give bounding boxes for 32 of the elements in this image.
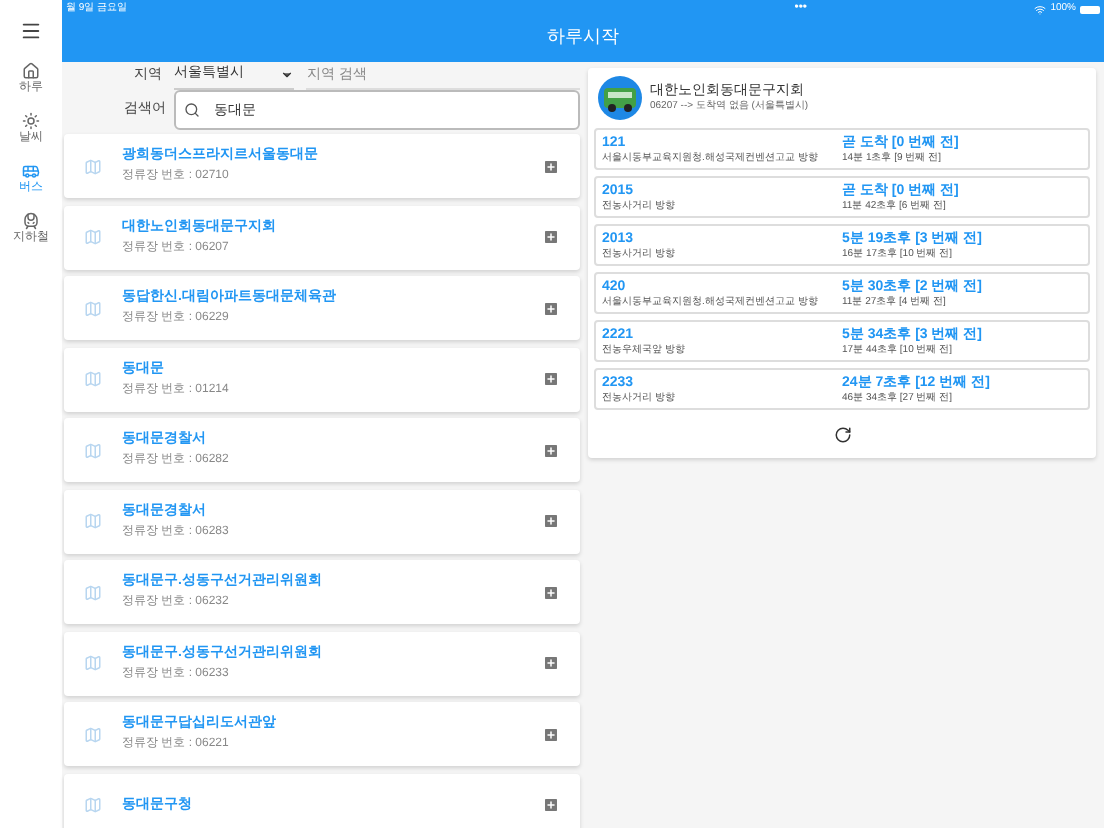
home-icon xyxy=(22,62,40,80)
map-icon xyxy=(84,299,102,317)
refresh-icon[interactable] xyxy=(833,426,851,444)
add-icon[interactable] xyxy=(542,299,560,317)
app-title: 하루시작 xyxy=(545,24,621,50)
add-icon[interactable] xyxy=(542,370,560,388)
add-icon[interactable] xyxy=(542,157,560,175)
map-icon xyxy=(84,370,102,388)
map-icon xyxy=(84,583,102,601)
map-icon xyxy=(84,228,102,246)
add-icon[interactable] xyxy=(542,725,560,743)
wifi-icon xyxy=(1034,3,1047,15)
bus-avatar-icon xyxy=(598,76,642,120)
bus-icon xyxy=(22,162,40,180)
battery-icon xyxy=(1079,5,1100,13)
sun-icon xyxy=(22,112,40,130)
add-icon[interactable] xyxy=(542,512,560,530)
map-icon xyxy=(84,796,102,814)
add-icon[interactable] xyxy=(542,654,560,672)
add-icon[interactable] xyxy=(542,441,560,459)
train-icon xyxy=(22,212,40,230)
caret-icon xyxy=(280,68,295,82)
map-icon xyxy=(84,654,102,672)
add-icon[interactable] xyxy=(542,228,560,246)
map-icon xyxy=(84,441,102,459)
add-icon[interactable] xyxy=(542,796,560,814)
menu-icon[interactable] xyxy=(20,20,42,42)
add-icon[interactable] xyxy=(542,583,560,601)
search-icon xyxy=(184,102,200,118)
map-icon xyxy=(84,157,102,175)
map-icon xyxy=(84,512,102,530)
map-icon xyxy=(84,725,102,743)
